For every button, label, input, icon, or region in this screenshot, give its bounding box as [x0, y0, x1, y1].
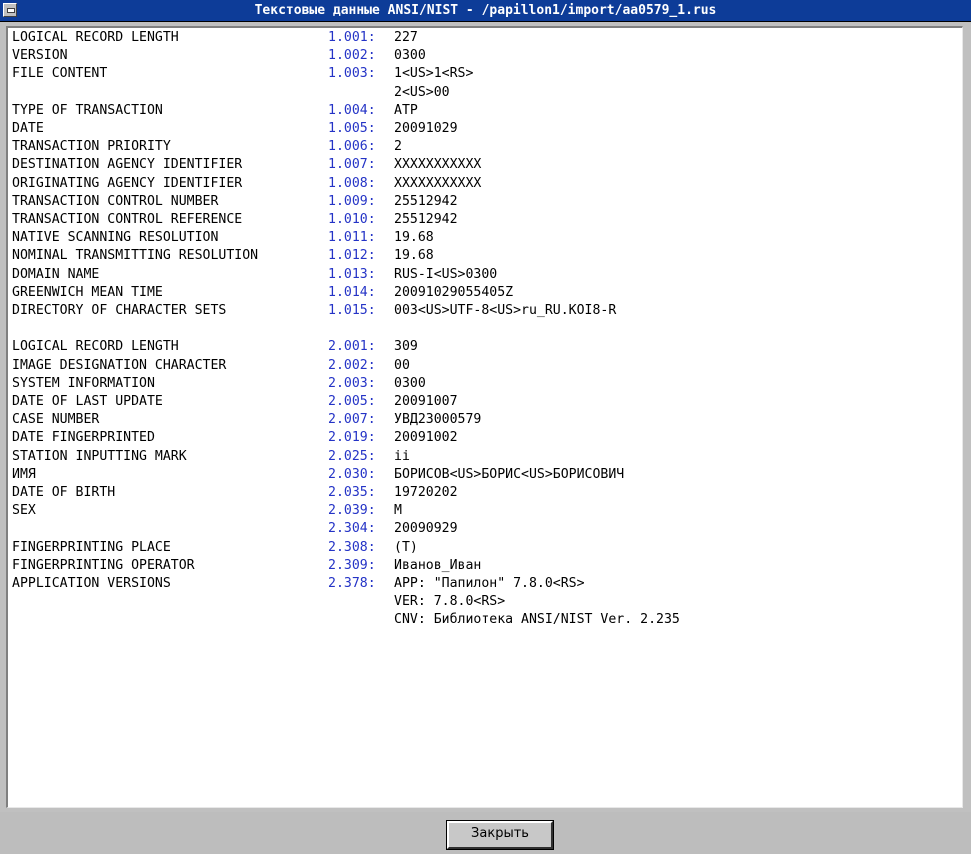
- record-label: IMAGE DESIGNATION CHARACTER: [12, 357, 227, 373]
- record-label: STATION INPUTTING MARK: [12, 448, 187, 464]
- record-value: 20091007: [394, 394, 458, 409]
- record-label: NATIVE SCANNING RESOLUTION: [12, 230, 219, 246]
- record-label: DATE OF BIRTH: [12, 485, 116, 500]
- record-value: БОРИСОВ<US>БОРИС<US>БОРИСОВИЧ: [394, 466, 625, 482]
- record-label: NOMINAL TRANSMITTING RESOLUTION: [12, 248, 259, 264]
- record-value: 2: [394, 139, 402, 155]
- record-label: LOGICAL RECORD LENGTH: [12, 339, 179, 355]
- record-label: FINGERPRINTING OPERATOR: [12, 557, 195, 573]
- record-field-number: 2.001:: [328, 339, 376, 355]
- record-field-number: 1.010:: [328, 212, 376, 227]
- record-label: LOGICAL RECORD LENGTH: [12, 30, 179, 45]
- record-label: DATE OF LAST UPDATE: [12, 394, 163, 409]
- record-value: 20091029055405Z: [394, 284, 514, 300]
- record-field-number: 2.002:: [328, 357, 376, 373]
- record-value: 19.68: [394, 230, 434, 246]
- record-value: CNV: Библиотека ANSI/NIST Ver. 2.235: [394, 612, 680, 628]
- record-field-number: 2.003:: [328, 375, 376, 391]
- record-value: 309: [394, 339, 418, 355]
- record-label: TRANSACTION CONTROL REFERENCE: [12, 212, 243, 227]
- record-value: ATP: [394, 102, 418, 118]
- record-label: DESTINATION AGENCY IDENTIFIER: [12, 157, 243, 173]
- record-value: ii: [394, 448, 410, 464]
- ansi-nist-text-window: Текстовые данные ANSI/NIST - /papillon1/…: [0, 0, 971, 854]
- record-label: DIRECTORY OF CHARACTER SETS: [12, 303, 227, 318]
- record-label: DOMAIN NAME: [12, 266, 100, 282]
- record-value: 20091002: [394, 430, 458, 446]
- record-value: APP: "Папилон" 7.8.0<RS>: [394, 576, 585, 591]
- record-value: 0300: [394, 48, 426, 64]
- record-label: TRANSACTION CONTROL NUMBER: [12, 193, 219, 209]
- record-label: FINGERPRINTING PLACE: [12, 539, 171, 555]
- record-field-number: 2.304:: [328, 521, 376, 537]
- record-field-number: 1.003:: [328, 66, 376, 82]
- record-field-number: 2.019:: [328, 430, 376, 446]
- record-value: 25512942: [394, 193, 458, 209]
- record-field-number: 2.378:: [328, 576, 376, 591]
- record-label: VERSION: [12, 48, 68, 64]
- record-label: ORIGINATING AGENCY IDENTIFIER: [12, 175, 243, 191]
- close-button[interactable]: Закрыть: [446, 820, 554, 850]
- record-field-number: 2.035:: [328, 485, 376, 500]
- button-bar: Закрыть: [0, 812, 971, 854]
- record-field-number: 2.309:: [328, 557, 376, 573]
- record-field-number: 1.004:: [328, 102, 376, 118]
- record-value: 1<US>1<RS>: [394, 66, 474, 82]
- record-value: RUS-I<US>0300: [394, 266, 498, 282]
- record-field-number: 1.014:: [328, 284, 376, 300]
- record-value: 25512942: [394, 212, 458, 227]
- record-field-number: 2.030:: [328, 466, 376, 482]
- record-value: (T): [394, 539, 418, 555]
- record-value: 20090929: [394, 521, 458, 537]
- record-field-number: 1.008:: [328, 175, 376, 191]
- record-label: GREENWICH MEAN TIME: [12, 284, 163, 300]
- record-value: 0300: [394, 375, 426, 391]
- record-field-number: 1.001:: [328, 30, 376, 45]
- record-field-number: 2.005:: [328, 394, 376, 409]
- record-label: DATE: [12, 121, 44, 136]
- record-text-area[interactable]: LOGICAL RECORD LENGTH 1.001: 227 VERSION 1.0…: [6, 26, 963, 808]
- record-value: 003<US>UTF-8<US>ru_RU.KOI8-R: [394, 303, 617, 318]
- record-label: SEX: [12, 503, 36, 519]
- record-field-number: 1.011:: [328, 230, 376, 246]
- record-label: ИМЯ: [12, 466, 36, 482]
- record-field-number: 2.007:: [328, 412, 376, 428]
- record-value: 20091029: [394, 121, 458, 136]
- record-field-number: 2.039:: [328, 503, 376, 519]
- record-field-number: 1.005:: [328, 121, 376, 136]
- record-label: CASE NUMBER: [12, 412, 100, 428]
- record-field-number: 1.002:: [328, 48, 376, 64]
- record-label: SYSTEM INFORMATION: [12, 375, 155, 391]
- record-value: XXXXXXXXXXX: [394, 157, 482, 173]
- window-title: Текстовые данные ANSI/NIST - /papillon1/…: [254, 3, 717, 18]
- record-value: 2<US>00: [394, 84, 450, 100]
- record-label: TYPE OF TRANSACTION: [12, 102, 163, 118]
- record-value: XXXXXXXXXXX: [394, 175, 482, 191]
- record-field-number: 1.009:: [328, 193, 376, 209]
- record-value: M: [394, 503, 402, 519]
- title-bar[interactable]: Текстовые данные ANSI/NIST - /papillon1/…: [0, 0, 971, 22]
- record-value: VER: 7.8.0<RS>: [394, 594, 506, 610]
- record-label: DATE FINGERPRINTED: [12, 430, 155, 446]
- record-value: 19.68: [394, 248, 434, 264]
- record-field-number: 1.012:: [328, 248, 376, 264]
- record-field-number: 1.006:: [328, 139, 376, 155]
- record-label: TRANSACTION PRIORITY: [12, 139, 171, 155]
- record-field-number: 1.007:: [328, 157, 376, 173]
- record-value: 00: [394, 357, 410, 373]
- record-field-number: 2.308:: [328, 539, 376, 555]
- record-value: 227: [394, 30, 418, 45]
- record-value: УВД23000579: [394, 412, 482, 428]
- record-value: Иванов_Иван: [394, 557, 482, 573]
- record-field-number: 2.025:: [328, 448, 376, 464]
- record-value: 19720202: [394, 485, 458, 500]
- record-label: FILE CONTENT: [12, 66, 108, 82]
- record-field-number: 1.015:: [328, 303, 376, 318]
- record-field-number: 1.013:: [328, 266, 376, 282]
- record-label: APPLICATION VERSIONS: [12, 576, 171, 591]
